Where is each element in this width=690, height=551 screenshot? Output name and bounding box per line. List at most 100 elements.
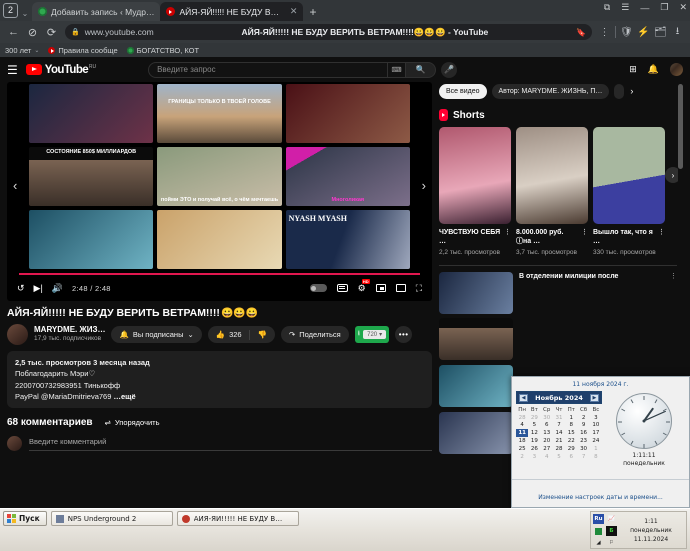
network-graph-icon[interactable]: 📈 <box>606 514 617 524</box>
chip-more[interactable] <box>614 83 625 99</box>
description-show-more[interactable]: …ещё <box>114 392 136 401</box>
end-screen-thumb-1[interactable]: ГРАНИЦЫ ТОЛЬКО В ТВОЕЙ ГОЛОВЕ <box>157 84 282 143</box>
start-button[interactable]: Пуск <box>3 511 47 526</box>
calendar-next-icon[interactable]: ▶ <box>589 393 599 402</box>
end-screen-thumb-6[interactable] <box>29 210 154 269</box>
calendar-day[interactable]: 28 <box>553 445 565 453</box>
calendar-day[interactable]: 1 <box>565 414 577 422</box>
chip-all-videos[interactable]: Все видео <box>439 83 487 99</box>
calendar-day[interactable]: 8 <box>565 422 577 430</box>
microphone-icon[interactable]: 🎤 <box>441 61 458 78</box>
kebab-icon[interactable]: ⋮ <box>504 228 511 247</box>
end-screen-thumb-5[interactable]: Многоликая <box>285 147 410 206</box>
recommended-item-3-thumbnail[interactable] <box>439 411 513 454</box>
create-video-icon[interactable]: ⊞ <box>629 64 637 75</box>
bookmark-item-1[interactable]: Правила сообще <box>48 46 118 55</box>
taskbar-item-1[interactable]: АЙЯ-ЯЙ!!!!! НЕ БУДУ В… <box>176 511 299 526</box>
collections-icon[interactable]: 🗂 <box>652 24 669 41</box>
dislike-button[interactable]: 👎 <box>250 330 275 339</box>
progress-bar[interactable] <box>19 273 420 275</box>
calendar-day[interactable]: 3 <box>528 453 540 461</box>
description-box[interactable]: 2,5 тыс. просмотров 3 месяца назад Побла… <box>7 351 432 408</box>
calendar-day[interactable]: 3 <box>590 414 602 422</box>
calendar-day[interactable]: 31 <box>553 414 565 422</box>
end-screen-thumb-2[interactable] <box>285 84 410 143</box>
bell-icon[interactable]: 🔔 <box>648 64 659 75</box>
calendar-day[interactable]: 30 <box>541 414 553 422</box>
quality-selector[interactable]: 720 ▾ <box>363 330 387 339</box>
calendar-day[interactable]: 7 <box>577 453 589 461</box>
tab-0[interactable]: Добавить запись ‹ Мудр… <box>32 2 161 21</box>
youtube-logo[interactable]: YouTube RU <box>25 64 96 76</box>
bookmark-item-0[interactable]: 300 лет ⌄ <box>5 46 39 55</box>
next-video-icon[interactable]: ▶| <box>34 283 43 294</box>
chevron-down-icon[interactable]: ⌄ <box>34 47 39 54</box>
kebab-icon[interactable]: ⋮ <box>581 228 588 247</box>
channel-avatar[interactable] <box>7 324 28 345</box>
subscribe-button[interactable]: 🔔 Вы подписаны ⌄ <box>111 326 202 343</box>
end-screen-prev-arrow[interactable]: ‹ <box>13 178 17 193</box>
signal-icon[interactable]: ◢ <box>593 538 604 548</box>
reload-button[interactable]: ⟳ <box>42 23 61 42</box>
calendar-day[interactable]: 16 <box>577 429 589 437</box>
kebab-icon[interactable]: ⋮ <box>670 272 677 314</box>
tab-search-chevron-icon[interactable]: ⌄ <box>18 9 32 18</box>
shorts-item-1[interactable]: 8.000.000 руб. ⓘна … ⋮ 3,7 тыс. просмотр… <box>516 127 588 258</box>
calendar-prev-icon[interactable]: ◀ <box>519 393 528 402</box>
menu-icon[interactable]: ☰ <box>621 2 629 13</box>
tab-count-badge[interactable]: 2 <box>3 3 18 18</box>
calendar-day-selected[interactable]: 11 <box>516 429 529 438</box>
calendar-grid[interactable]: Пн Вт Ср Чт Пт Сб Вс 28 29 30 31 1 2 3 4 5 6 7 8 9 10 11 12 13 1… <box>516 406 602 460</box>
calendar-day[interactable]: 4 <box>541 453 553 461</box>
calendar-day[interactable]: 2 <box>577 414 589 422</box>
calendar-day[interactable]: 1 <box>590 445 602 453</box>
new-tab-button[interactable]: + <box>303 2 322 21</box>
flag-icon[interactable]: ⚐ <box>606 538 617 548</box>
calendar-day[interactable]: 25 <box>516 445 528 453</box>
calendar-day[interactable]: 5 <box>528 422 540 430</box>
calendar-day[interactable]: 2 <box>516 453 528 461</box>
page-scrollbar-thumb[interactable] <box>678 84 683 169</box>
hamburger-icon[interactable]: ☰ <box>7 64 18 76</box>
calendar-day[interactable]: 21 <box>553 437 565 445</box>
minimize-icon[interactable]: — <box>640 3 649 13</box>
address-bar[interactable]: 🔒 www.youtube.com АЙЯ-ЯЙ!!!!! НЕ БУДУ ВЕ… <box>65 24 592 40</box>
end-screen-thumb-0[interactable] <box>29 84 154 143</box>
calendar-day[interactable]: 14 <box>553 429 565 437</box>
chevron-right-icon[interactable]: › <box>630 86 633 96</box>
calendar-day[interactable]: 27 <box>541 445 553 453</box>
calendar-day[interactable]: 26 <box>528 445 540 453</box>
recommended-item-0[interactable]: В отделении милиции после ⋮ <box>439 271 677 314</box>
calendar-day[interactable]: 8 <box>590 453 602 461</box>
calendar-day[interactable]: 18 <box>516 437 528 445</box>
close-icon[interactable]: ✕ <box>290 6 298 17</box>
comment-input[interactable]: Введите комментарий <box>29 437 432 451</box>
lang-ru-icon[interactable]: Ru <box>593 514 604 524</box>
green-square-icon[interactable] <box>593 526 604 536</box>
account-avatar[interactable] <box>670 63 683 76</box>
chip-author[interactable]: Автор: MARYDME. ЖИЗНЬ, П… <box>491 83 610 99</box>
calendar-day[interactable]: 7 <box>553 422 565 430</box>
back-button[interactable]: ← <box>4 23 23 42</box>
shorts-thumbnail[interactable] <box>516 127 588 224</box>
more-actions-icon[interactable]: ••• <box>395 326 413 343</box>
settings-gear-icon[interactable]: ⚙ HD <box>358 278 370 294</box>
calendar-day[interactable]: 29 <box>565 445 577 453</box>
calendar-day[interactable]: 28 <box>516 414 528 422</box>
forward-button[interactable]: ⊘ <box>23 23 42 42</box>
kebab-icon[interactable]: ⋮ <box>658 228 665 247</box>
calendar-day[interactable]: 24 <box>590 437 602 445</box>
letter-b-icon[interactable]: Б <box>606 526 617 536</box>
calendar-day[interactable]: 20 <box>541 437 553 445</box>
calendar-day[interactable]: 6 <box>565 453 577 461</box>
subtitles-icon[interactable] <box>336 284 348 292</box>
calendar-day[interactable]: 30 <box>577 445 589 453</box>
datetime-settings-link[interactable]: Изменение настроек даты и времени... <box>538 494 663 501</box>
shorts-item-2[interactable]: Вышло так, что я … ⋮ 330 тыс. просмотров <box>593 127 665 258</box>
search-input[interactable]: Введите запрос <box>148 61 389 78</box>
video-thumbnail[interactable] <box>439 271 513 314</box>
calendar-day[interactable]: 10 <box>590 422 602 430</box>
volume-icon[interactable]: 🔊 <box>52 283 63 294</box>
restore-icon[interactable]: ❐ <box>660 2 668 13</box>
replay-icon[interactable]: ↺ <box>17 283 25 294</box>
